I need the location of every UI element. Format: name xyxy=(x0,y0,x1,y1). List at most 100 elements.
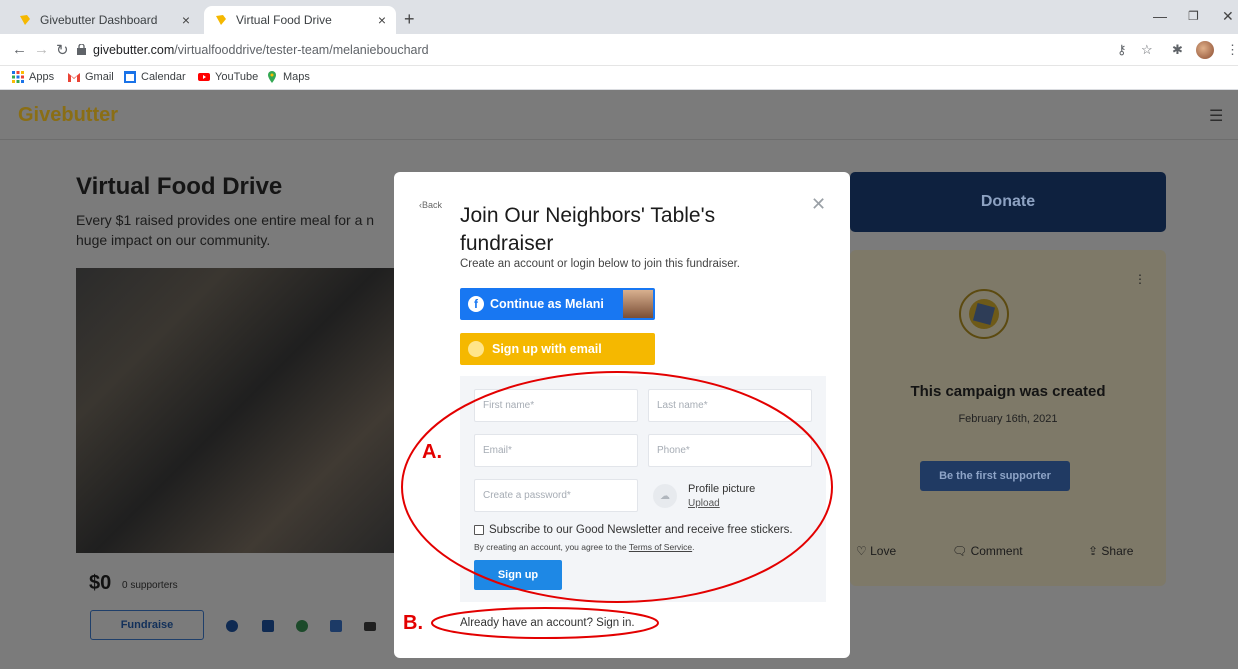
terms-suffix: . xyxy=(692,542,695,552)
star-icon[interactable]: ☆ xyxy=(1141,42,1153,58)
upload-link[interactable]: Upload xyxy=(688,498,720,509)
url-path: /virtualfooddrive/tester-team/melaniebou… xyxy=(174,43,429,57)
email-icon xyxy=(468,341,484,357)
phone-field[interactable] xyxy=(648,434,812,467)
bookmark-label: YouTube xyxy=(215,71,259,83)
upload-cloud-icon[interactable]: ☁ xyxy=(653,484,677,508)
love-action[interactable]: ♡ Love xyxy=(856,544,896,558)
modal-title: Join Our Neighbors' Table's fundraiser xyxy=(460,204,716,255)
comment-action[interactable]: 🗨 Comment xyxy=(952,544,1023,558)
fundraise-button[interactable]: Fundraise xyxy=(90,610,204,640)
donate-button[interactable]: Donate xyxy=(850,172,1166,232)
profile-avatar[interactable] xyxy=(1196,41,1214,59)
email-share-icon[interactable] xyxy=(364,622,376,631)
campaign-title: Virtual Food Drive xyxy=(76,173,283,200)
givebutter-favicon-icon xyxy=(20,15,30,25)
password-field[interactable] xyxy=(474,479,638,512)
newsletter-checkbox[interactable] xyxy=(474,525,484,535)
gmail-icon xyxy=(68,73,80,82)
bookmark-label: Calendar xyxy=(141,71,186,83)
tab-title: Virtual Food Drive xyxy=(236,13,332,27)
email-signup-button[interactable]: Sign up with email xyxy=(460,333,655,365)
annotation-label-b: B. xyxy=(403,612,423,634)
share-icon: ⇪ xyxy=(1088,544,1102,558)
raised-amount: $0 xyxy=(89,572,112,594)
share-label: Share xyxy=(1101,544,1134,558)
linkedin-share-icon[interactable] xyxy=(262,620,274,632)
youtube-icon xyxy=(198,73,210,81)
bookmark-maps[interactable]: Maps xyxy=(266,71,310,83)
campaign-hero-image xyxy=(76,268,396,553)
email-button-label: Sign up with email xyxy=(492,342,602,356)
tab-givebutter-dashboard[interactable]: Givebutter Dashboard × xyxy=(8,6,200,34)
profile-picture-label: Profile picture xyxy=(688,483,756,495)
email-field[interactable] xyxy=(474,434,638,467)
givebutter-logo[interactable]: Givebutter xyxy=(18,104,118,127)
extensions-icon[interactable]: ✱ xyxy=(1172,42,1183,58)
card-date: February 16th, 2021 xyxy=(958,413,1058,425)
browser-tab-bar: Givebutter Dashboard × Virtual Food Driv… xyxy=(0,0,1238,34)
bookmark-gmail[interactable]: Gmail xyxy=(68,71,114,83)
window-close-icon[interactable]: ✕ xyxy=(1222,8,1234,25)
close-icon[interactable]: ✕ xyxy=(811,194,826,215)
share-action[interactable]: ⇪ Share xyxy=(1088,544,1133,558)
heart-icon: ♡ xyxy=(856,544,871,558)
bookmark-calendar[interactable]: Calendar xyxy=(124,71,186,83)
tab-close-icon[interactable]: × xyxy=(378,12,386,28)
bookmark-label: Apps xyxy=(29,71,55,83)
newsletter-row: Subscribe to our Good Newsletter and rec… xyxy=(474,524,793,536)
bookmark-label: Gmail xyxy=(85,71,114,83)
hamburger-menu-icon[interactable]: ☰ xyxy=(1209,106,1223,126)
bookmark-apps[interactable]: Apps xyxy=(12,71,54,83)
bookmark-label: Maps xyxy=(283,71,310,83)
facebook-profile-photo xyxy=(623,290,653,318)
bookmark-youtube[interactable]: YouTube xyxy=(198,71,258,83)
minimize-icon[interactable]: — xyxy=(1153,8,1167,24)
facebook-continue-button[interactable]: f Continue as Melani xyxy=(460,288,655,320)
last-name-field[interactable] xyxy=(648,389,812,422)
back-label: Back xyxy=(422,200,443,210)
newsletter-label: Subscribe to our Good Newsletter and rec… xyxy=(489,524,793,536)
address-bar: ← → ↻ givebutter.com/virtualfooddrive/te… xyxy=(0,34,1238,66)
bookmarks-bar: Apps Gmail Calendar YouTube Maps xyxy=(0,66,1238,90)
menu-dots-icon[interactable]: ⋮ xyxy=(1226,42,1238,58)
card-actions: ♡ Love 🗨 Comment ⇪ Share xyxy=(850,520,1166,576)
annotation-label-a: A. xyxy=(422,441,442,463)
key-icon[interactable]: ⚷ xyxy=(1117,42,1127,58)
tab-virtual-food-drive[interactable]: Virtual Food Drive × xyxy=(204,6,396,34)
modal-subtitle: Create an account or login below to join… xyxy=(460,258,740,270)
tab-title: Givebutter Dashboard xyxy=(40,13,158,27)
signup-form: ☁ Profile picture Upload Subscribe to ou… xyxy=(460,376,826,602)
signup-button[interactable]: Sign up xyxy=(474,560,562,590)
facebook-button-label: Continue as Melani xyxy=(490,297,604,311)
url-field[interactable]: givebutter.com/virtualfooddrive/tester-t… xyxy=(93,43,429,57)
reload-icon[interactable]: ↻ xyxy=(56,41,69,59)
givebutter-favicon-icon xyxy=(216,15,226,25)
whatsapp-share-icon[interactable] xyxy=(296,620,308,632)
comment-icon: 🗨 xyxy=(952,544,971,558)
join-fundraiser-modal: ‹Back ✕ Join Our Neighbors' Table's fund… xyxy=(394,172,850,658)
sign-in-prompt[interactable]: Already have an account? Sign in. xyxy=(460,617,635,629)
back-link[interactable]: ‹Back xyxy=(419,200,442,210)
first-name-field[interactable] xyxy=(474,389,638,422)
terms-of-service-link[interactable]: Terms of Service xyxy=(629,542,692,552)
supporters-count: 0 supporters xyxy=(122,580,178,591)
new-tab-button[interactable]: + xyxy=(404,9,415,30)
back-arrow-icon[interactable]: ← xyxy=(12,41,27,58)
twitter-share-icon[interactable] xyxy=(330,620,342,632)
restore-icon[interactable]: ❐ xyxy=(1188,9,1199,23)
forward-arrow-icon[interactable]: → xyxy=(34,41,49,58)
terms-text: By creating an account, you agree to the… xyxy=(474,542,695,552)
url-host: givebutter.com xyxy=(93,43,175,57)
maps-pin-icon xyxy=(268,71,276,83)
card-more-icon[interactable]: ⋮ xyxy=(1134,272,1146,286)
terms-prefix: By creating an account, you agree to the xyxy=(474,542,629,552)
tab-close-icon[interactable]: × xyxy=(182,12,190,28)
sun-badge-icon xyxy=(959,289,1009,339)
comment-label: Comment xyxy=(970,544,1023,558)
campaign-description: Every $1 raised provides one entire meal… xyxy=(76,212,375,248)
love-label: Love xyxy=(870,544,897,558)
first-supporter-button[interactable]: Be the first supporter xyxy=(920,461,1070,491)
apps-grid-icon xyxy=(12,71,24,83)
facebook-share-icon[interactable] xyxy=(226,620,238,632)
